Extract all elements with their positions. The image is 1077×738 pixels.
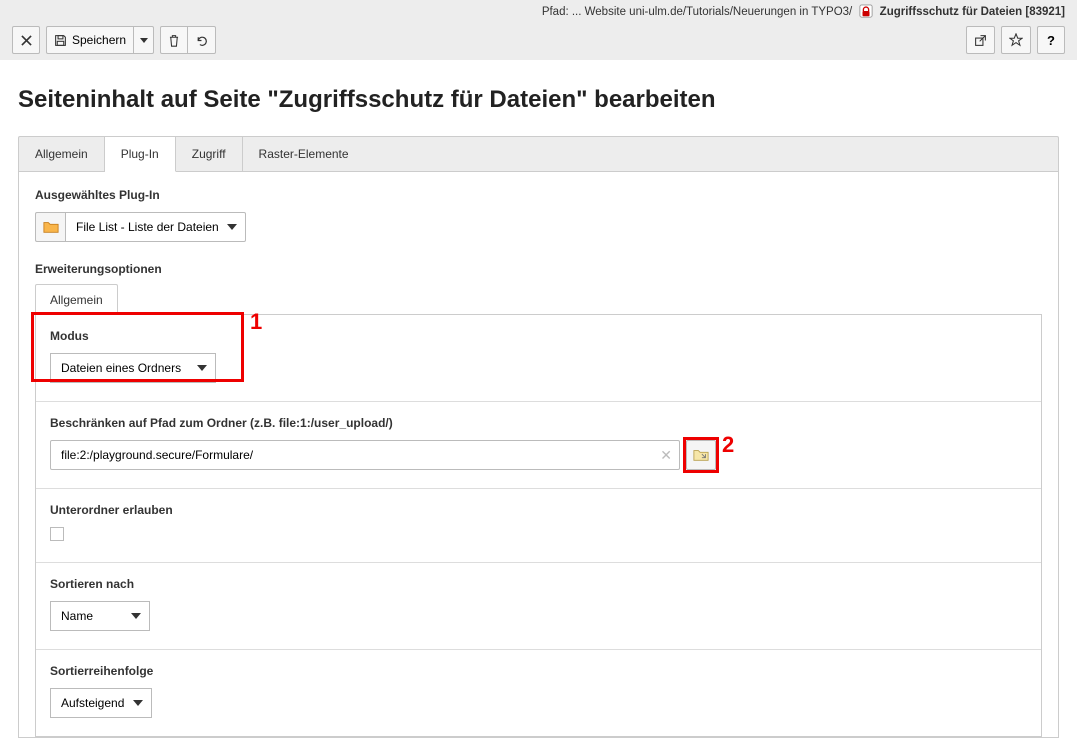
breadcrumb-title: Zugriffsschutz für Dateien <box>880 6 1022 18</box>
folder-icon <box>35 212 65 242</box>
main-tabs: Allgemein Plug-In Zugriff Raster-Element… <box>18 136 1059 171</box>
bookmark-button[interactable] <box>1001 26 1031 54</box>
tab-general[interactable]: Allgemein <box>19 137 105 171</box>
close-button[interactable] <box>12 26 40 54</box>
breadcrumb-path: Pfad: ... Website uni-ulm.de/Tutorials/N… <box>542 6 852 18</box>
sortorder-select[interactable]: Aufsteigend <box>50 688 152 718</box>
help-button[interactable]: ? <box>1037 26 1065 54</box>
star-icon <box>1009 33 1023 47</box>
annotation-1: 1 <box>250 309 262 335</box>
external-link-icon <box>974 34 987 47</box>
row-subfolders: Unterordner erlauben <box>36 489 1041 563</box>
breadcrumb-id: [83921] <box>1025 6 1065 18</box>
save-button[interactable]: Speichern <box>46 26 134 54</box>
delete-button[interactable] <box>160 26 188 54</box>
page-title: Seiteninhalt auf Seite "Zugriffsschutz f… <box>18 86 1059 114</box>
row-modus: 1 Modus Dateien eines Ordners <box>36 315 1041 402</box>
trash-icon <box>168 34 180 47</box>
tab-plugin[interactable]: Plug-In <box>105 137 176 172</box>
clear-icon[interactable]: ✕ <box>660 447 672 464</box>
chevron-down-icon <box>140 38 148 43</box>
browse-folder-icon <box>693 448 709 462</box>
plugin-select-label: Ausgewähltes Plug-In <box>35 188 1042 202</box>
sortorder-label: Sortierreihenfolge <box>50 664 1027 678</box>
undo-icon <box>195 34 208 47</box>
breadcrumb: Pfad: ... Website uni-ulm.de/Tutorials/N… <box>0 0 1077 20</box>
close-icon <box>21 35 32 46</box>
path-label: Beschränken auf Pfad zum Ordner (z.B. fi… <box>50 416 1027 430</box>
row-sortby: Sortieren nach Name <box>36 563 1041 650</box>
sortby-select[interactable]: Name <box>50 601 150 631</box>
plugin-panel: Ausgewähltes Plug-In File List - Liste d… <box>18 171 1059 738</box>
row-sortorder: Sortierreihenfolge Aufsteigend <box>36 650 1041 736</box>
sortby-label: Sortieren nach <box>50 577 1027 591</box>
subfolders-label: Unterordner erlauben <box>50 503 1027 517</box>
subfolders-checkbox[interactable] <box>50 527 64 541</box>
tab-access[interactable]: Zugriff <box>176 137 243 171</box>
content-area: Seiteninhalt auf Seite "Zugriffsschutz f… <box>0 60 1077 738</box>
open-new-window-button[interactable] <box>966 26 995 54</box>
annotation-2: 2 <box>722 432 734 458</box>
tab-grid[interactable]: Raster-Elemente <box>243 137 365 171</box>
save-dropdown-button[interactable] <box>134 26 154 54</box>
path-input[interactable] <box>50 440 680 470</box>
modus-select[interactable]: Dateien eines Ordners <box>50 353 216 383</box>
save-icon <box>54 34 67 47</box>
modus-label: Modus <box>50 329 1027 343</box>
lock-icon <box>859 4 873 18</box>
plugin-select[interactable]: File List - Liste der Dateien <box>65 212 246 242</box>
toolbar: Speichern ? <box>0 20 1077 60</box>
inner-tab-general[interactable]: Allgemein <box>35 284 118 315</box>
row-path: Beschränken auf Pfad zum Ordner (z.B. fi… <box>36 402 1041 489</box>
help-icon: ? <box>1047 33 1055 48</box>
ext-options-label: Erweiterungsoptionen <box>35 262 1042 276</box>
undo-button[interactable] <box>188 26 216 54</box>
browse-folder-button[interactable] <box>686 440 716 470</box>
